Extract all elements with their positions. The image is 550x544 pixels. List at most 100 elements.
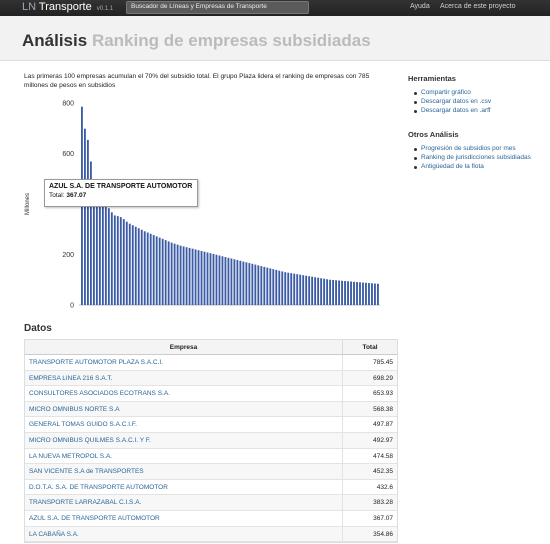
chart-bar[interactable]	[263, 266, 266, 305]
link-descargar-arff[interactable]: Descargar datos en .arff	[412, 107, 544, 115]
chart-bar[interactable]	[350, 281, 352, 305]
chart-bar[interactable]	[167, 241, 170, 305]
chart-bar[interactable]	[230, 258, 233, 305]
chart-bar[interactable]	[272, 269, 275, 305]
chart-bar[interactable]	[305, 275, 308, 305]
chart-bar[interactable]	[191, 248, 194, 305]
chart-bar[interactable]	[371, 283, 373, 305]
link-progresion-subsidios[interactable]: Progresión de subsidios por mes	[412, 145, 544, 153]
chart-bar[interactable]	[278, 270, 281, 305]
chart-bar[interactable]	[155, 236, 158, 305]
chart-bar[interactable]	[308, 276, 311, 305]
chart-bar[interactable]	[119, 217, 122, 305]
chart-bar[interactable]	[251, 263, 254, 305]
chart-bar[interactable]	[281, 271, 284, 305]
chart-bar[interactable]	[266, 267, 269, 305]
brand-logo[interactable]: LN Transporte v0.1.1	[22, 1, 113, 13]
link-ranking-jurisdicciones[interactable]: Ranking de jurisdicciones subsidiadas	[412, 154, 544, 162]
chart-bar[interactable]	[185, 247, 188, 305]
chart-bar[interactable]	[353, 281, 355, 305]
chart-bar[interactable]	[269, 268, 272, 305]
chart-bar[interactable]	[194, 249, 197, 305]
chart-bar[interactable]	[164, 240, 167, 305]
chart-bar[interactable]	[323, 278, 326, 305]
cell-empresa-link[interactable]: GENERAL TOMAS GUIDO S.A.C.I.F.	[25, 417, 343, 432]
chart-bar[interactable]	[314, 277, 317, 305]
chart-bar[interactable]	[212, 254, 215, 305]
chart-bar[interactable]	[134, 226, 137, 305]
chart-bar[interactable]	[290, 273, 293, 305]
chart-bar[interactable]	[170, 242, 173, 305]
chart-bar[interactable]	[368, 283, 370, 305]
chart-bar[interactable]	[206, 252, 209, 305]
search-input[interactable]: Buscador de Líneas y Empresas de Transpo…	[126, 1, 309, 14]
chart-bar[interactable]	[335, 280, 337, 305]
cell-empresa-link[interactable]: TRANSPORTE AUTOMOTOR PLAZA S.A.C.I.	[25, 355, 343, 370]
chart-bar[interactable]	[311, 276, 314, 305]
chart-bar[interactable]	[158, 237, 161, 305]
chart-bar[interactable]	[83, 128, 86, 305]
chart-bar[interactable]	[188, 247, 191, 305]
chart-bar[interactable]	[338, 280, 340, 305]
chart-bar[interactable]	[149, 233, 152, 305]
nav-link-acerca[interactable]: Acerca de este proyecto	[440, 3, 516, 10]
cell-empresa-link[interactable]: AZUL S.A. DE TRANSPORTE AUTOMOTOR	[25, 510, 343, 526]
chart-bar[interactable]	[302, 275, 305, 305]
column-header-total[interactable]: Total	[343, 340, 397, 354]
chart-bar[interactable]	[197, 250, 200, 305]
chart-bar[interactable]	[248, 263, 251, 305]
chart-bar[interactable]	[125, 221, 128, 305]
chart-bar[interactable]	[320, 278, 323, 305]
chart-bar[interactable]	[215, 254, 218, 305]
chart-bar[interactable]	[362, 282, 364, 305]
chart-bar[interactable]	[227, 257, 230, 305]
chart-bar[interactable]	[86, 139, 89, 305]
chart-bar[interactable]	[110, 212, 113, 305]
chart-bar[interactable]	[344, 281, 346, 305]
chart-bar[interactable]	[356, 282, 358, 305]
chart-bar[interactable]	[209, 253, 212, 305]
cell-empresa-link[interactable]: LA NUEVA METROPOL S.A.	[25, 448, 343, 464]
cell-empresa-link[interactable]: D.O.T.A. S.A. DE TRANSPORTE AUTOMOTOR	[25, 479, 343, 495]
chart-bar[interactable]	[143, 231, 146, 305]
cell-empresa-link[interactable]: EMPRESA LINEA 216 S.A.T.	[25, 370, 343, 386]
chart-bar[interactable]	[173, 243, 176, 305]
column-header-empresa[interactable]: Empresa	[25, 340, 343, 354]
chart-bar[interactable]	[113, 215, 116, 305]
chart-bar[interactable]	[221, 256, 224, 305]
chart-bar[interactable]	[377, 283, 379, 305]
cell-empresa-link[interactable]: SAN VICENTE S.A de TRANSPORTES	[25, 464, 343, 479]
chart-bar[interactable]	[137, 228, 140, 305]
link-antiguedad-flota[interactable]: Antigüedad de la flota	[412, 163, 544, 171]
cell-empresa-link[interactable]: MICRO OMNIBUS NORTE S.A	[25, 401, 343, 417]
chart-bar[interactable]	[179, 245, 182, 305]
chart-bar[interactable]	[275, 269, 278, 305]
chart-bar[interactable]	[359, 282, 361, 305]
chart-bar[interactable]	[293, 273, 296, 305]
chart-bar[interactable]	[182, 246, 185, 305]
chart-bar[interactable]	[254, 264, 257, 305]
chart-bar[interactable]	[245, 262, 248, 305]
chart-bar[interactable]	[239, 260, 242, 305]
chart-bar[interactable]	[218, 255, 221, 305]
chart-bar[interactable]	[332, 280, 335, 305]
cell-empresa-link[interactable]: LA CABAÑA S.A.	[25, 526, 343, 542]
chart-bar[interactable]	[176, 244, 179, 305]
chart-bar[interactable]	[128, 223, 131, 305]
chart-bar[interactable]	[140, 229, 143, 305]
chart-bar[interactable]	[116, 216, 119, 305]
chart-bar[interactable]	[329, 279, 332, 305]
chart-bar[interactable]	[257, 265, 260, 305]
chart-bar[interactable]	[365, 282, 367, 305]
chart-bar[interactable]	[374, 283, 376, 305]
chart-bar[interactable]	[284, 272, 287, 305]
chart-bar[interactable]	[296, 274, 299, 305]
nav-link-ayuda[interactable]: Ayuda	[410, 3, 430, 10]
chart-bar[interactable]	[326, 279, 329, 305]
chart-bar[interactable]	[287, 272, 290, 305]
chart-bar[interactable]	[152, 235, 155, 305]
chart-bar[interactable]	[242, 261, 245, 305]
chart-bar[interactable]	[146, 232, 149, 305]
chart-bar[interactable]	[299, 274, 302, 305]
chart-bar[interactable]	[224, 257, 227, 305]
